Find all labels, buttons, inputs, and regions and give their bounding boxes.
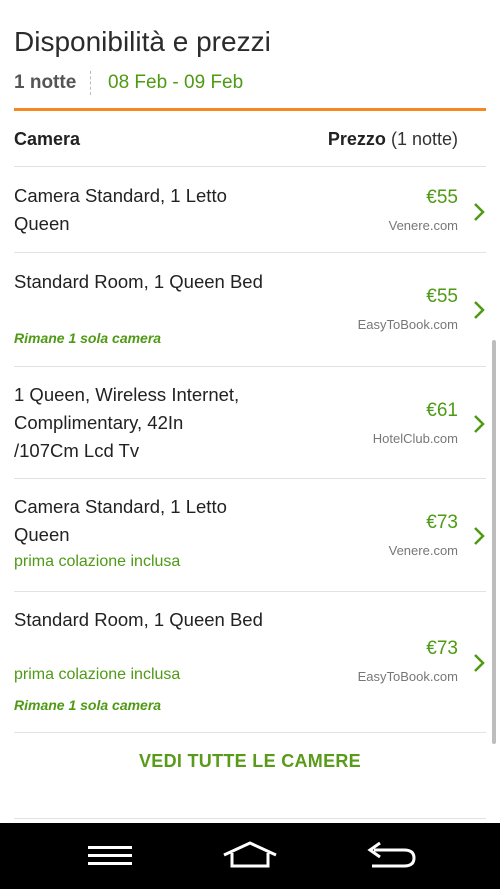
column-header-camera: Camera (14, 129, 81, 149)
room-price: €73 (426, 638, 458, 659)
bottom-divider (14, 818, 486, 819)
room-name: Camera Standard, 1 Letto Queen (14, 185, 227, 234)
room-list: Camera Standard, 1 Letto Queen €55 Vener… (14, 166, 486, 732)
menu-icon[interactable] (80, 839, 140, 873)
chevron-right-icon (474, 301, 485, 319)
room-inclusion: prima colazione inclusa (14, 553, 181, 570)
room-provider: EasyToBook.com (357, 317, 458, 332)
room-name: 1 Queen, Wireless Internet, Complimentar… (14, 384, 240, 461)
availability-warning: Rimane 1 sola camera (14, 330, 162, 346)
room-row[interactable]: 1 Queen, Wireless Internet, Complimentar… (14, 366, 486, 478)
see-all-rooms-button[interactable]: VEDI TUTTE LE CAMERE (14, 751, 486, 772)
chevron-right-icon (474, 527, 485, 545)
page-title: Disponibilità e prezzi (14, 26, 271, 57)
chevron-right-icon (474, 654, 485, 672)
room-row[interactable]: Standard Room, 1 Queen Bed prima colazio… (14, 591, 486, 732)
room-provider: HotelClub.com (372, 431, 458, 446)
room-price: €55 (426, 286, 458, 307)
column-header-price: Prezzo (1 notte) (328, 129, 458, 150)
room-name: Standard Room, 1 Queen Bed (14, 609, 263, 630)
room-price: €55 (426, 187, 458, 208)
room-provider: Venere.com (388, 218, 458, 233)
system-navigation-bar (0, 823, 500, 889)
room-provider: EasyToBook.com (357, 669, 458, 684)
room-provider: Venere.com (388, 543, 458, 558)
chevron-right-icon (474, 203, 485, 221)
room-price: €73 (426, 512, 458, 533)
room-row[interactable]: Standard Room, 1 Queen Bed Rimane 1 sola… (14, 252, 486, 366)
see-all-container: VEDI TUTTE LE CAMERE (14, 732, 486, 793)
price-label: Prezzo (327, 129, 386, 149)
room-row[interactable]: Camera Standard, 1 Letto Queen prima col… (14, 478, 486, 591)
header-divider (14, 108, 486, 111)
stay-dates[interactable]: 08 Feb - 09 Feb (108, 72, 243, 94)
room-row[interactable]: Camera Standard, 1 Letto Queen €55 Vener… (14, 166, 486, 252)
availability-warning: Rimane 1 sola camera (14, 697, 162, 713)
chevron-right-icon (474, 415, 485, 433)
price-suffix: (1 notte) (390, 129, 458, 149)
room-inclusion: prima colazione inclusa (14, 666, 181, 683)
room-name: Camera Standard, 1 Letto Queen (14, 496, 227, 545)
dotted-separator (90, 71, 91, 95)
scrollbar[interactable] (492, 340, 496, 744)
room-price: €61 (426, 400, 458, 421)
nights-count: 1 notte (14, 72, 77, 93)
home-icon[interactable] (220, 839, 280, 873)
back-icon[interactable] (360, 839, 420, 873)
room-name: Standard Room, 1 Queen Bed (14, 271, 263, 292)
